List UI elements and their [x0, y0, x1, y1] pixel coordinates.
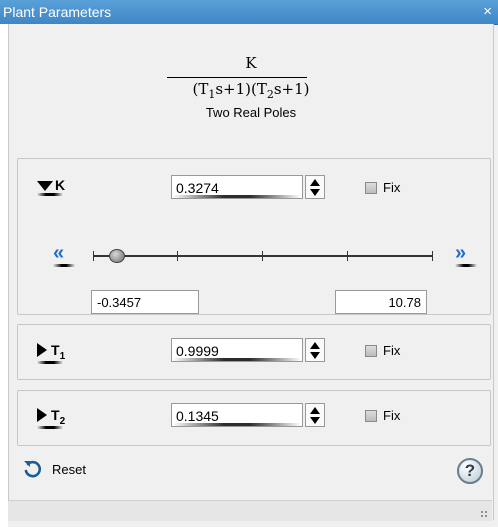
t1-fix-box[interactable] — [365, 344, 377, 357]
t2-value: 0.1345 — [176, 408, 219, 424]
slider-tick — [347, 251, 348, 261]
left-chevron-underline — [53, 264, 75, 267]
k-expander[interactable]: K — [37, 177, 65, 193]
k-max-field[interactable]: 10.78 — [335, 290, 427, 314]
resize-grip-icon[interactable] — [480, 510, 488, 518]
t1-value-field[interactable]: 0.9999 — [171, 338, 303, 362]
formula-caption: Two Real Poles — [205, 105, 297, 120]
spin-up-icon[interactable] — [310, 407, 320, 414]
t2-fix-box[interactable] — [365, 409, 377, 422]
triangle-down-icon — [37, 181, 53, 191]
k-field-underline — [173, 195, 301, 198]
t1-spinner[interactable] — [305, 338, 325, 362]
window-title: Plant Parameters — [3, 4, 112, 20]
t1-expander[interactable]: T1 — [37, 342, 66, 362]
help-icon[interactable]: ? — [457, 458, 483, 484]
reset-label: Reset — [52, 461, 86, 477]
formula-fraction-bar — [167, 77, 307, 78]
t2-expander[interactable]: T2 — [37, 407, 66, 427]
t2-field-underline — [173, 423, 301, 426]
right-chevron-underline — [455, 264, 477, 267]
slider-tick — [177, 251, 178, 261]
t1-fix-checkbox[interactable]: Fix — [365, 343, 400, 358]
slider-tick — [262, 251, 263, 261]
spin-down-icon[interactable] — [310, 189, 320, 196]
k-label: K — [55, 177, 66, 193]
formula-denominator: (T1s+1)(T2s+1) — [192, 80, 310, 101]
t2-spinner[interactable] — [305, 403, 325, 427]
k-fix-label: Fix — [383, 180, 401, 195]
t2-fix-checkbox[interactable]: Fix — [365, 408, 400, 423]
k-slider-thumb[interactable] — [109, 249, 125, 263]
plant-parameters-panel: K (T1s+1)(T2s+1) Two Real Poles K 0.3274… — [8, 24, 494, 520]
formula-numerator: K — [245, 54, 257, 72]
t2-fix-label: Fix — [383, 408, 401, 423]
expand-range-left-icon[interactable]: « — [53, 242, 64, 265]
t2-label: T2 — [51, 407, 66, 427]
reset-button[interactable]: Reset — [22, 458, 86, 480]
k-expander-underline — [37, 193, 63, 196]
t1-label: T1 — [51, 342, 66, 362]
expand-range-right-icon[interactable]: » — [455, 242, 466, 265]
left-edge — [0, 24, 8, 527]
spin-down-icon[interactable] — [310, 352, 320, 359]
k-fix-box[interactable] — [365, 181, 377, 194]
status-bar — [8, 500, 492, 521]
t1-field-underline — [173, 358, 301, 361]
title-bar: Plant Parameters × — [0, 0, 498, 25]
t1-fix-label: Fix — [383, 343, 401, 358]
k-slider-track[interactable] — [93, 255, 433, 257]
slider-tick — [93, 251, 94, 261]
close-icon[interactable]: × — [483, 3, 492, 20]
k-min-field[interactable]: -0.3457 — [91, 290, 199, 314]
k-value-field[interactable]: 0.3274 — [171, 175, 303, 199]
t2-expander-underline — [37, 426, 63, 429]
t2-value-field[interactable]: 0.1345 — [171, 403, 303, 427]
k-fix-checkbox[interactable]: Fix — [365, 180, 400, 195]
t1-expander-underline — [37, 361, 63, 364]
spin-down-icon[interactable] — [310, 417, 320, 424]
k-value: 0.3274 — [176, 180, 219, 196]
k-spinner[interactable] — [305, 175, 325, 199]
triangle-right-icon — [37, 408, 47, 422]
reset-arrow-icon — [24, 460, 41, 478]
spin-up-icon[interactable] — [310, 342, 320, 349]
slider-tick — [432, 251, 433, 261]
t1-value: 0.9999 — [176, 343, 219, 359]
spin-up-icon[interactable] — [310, 179, 320, 186]
triangle-right-icon — [37, 343, 47, 357]
